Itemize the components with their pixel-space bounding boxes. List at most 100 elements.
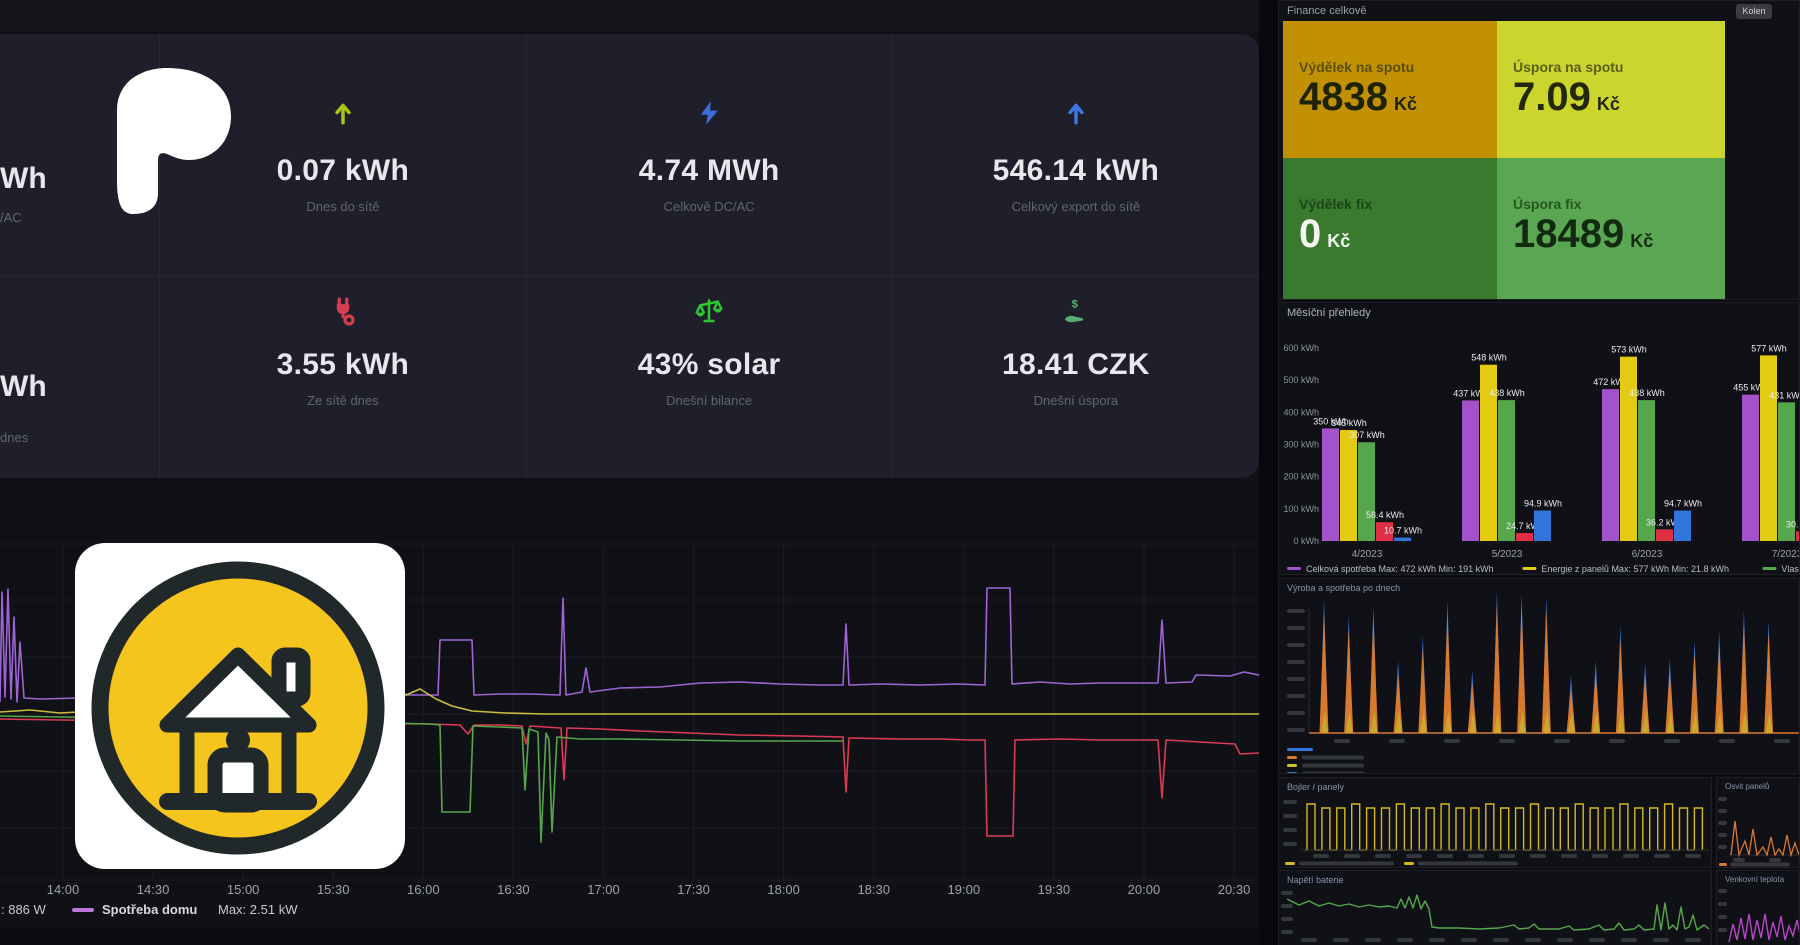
daily-peaks-chart [1279,593,1799,773]
battery-panel: Napětí baterie [1278,870,1712,945]
finance-tile-unit: Kč [1327,231,1350,251]
bar [1620,357,1637,541]
finance-tile: Výdělek na spotu4838Kč [1283,21,1497,158]
legend-marker[interactable] [1287,567,1301,570]
y-axis-tick: 500 kWh [1283,375,1319,385]
x-axis-tick: 20:30 [1218,882,1251,897]
bolt-icon [695,98,723,128]
bar-value-label: 573 kWh [1611,345,1647,355]
bottom-strip [0,928,1259,945]
square-wave [1305,804,1702,850]
finance-tile-label: Výdělek na spotu [1299,59,1497,75]
stat-label: Celkově DC/AC [664,199,755,214]
legend-marker[interactable] [1522,567,1536,570]
bar-value-label: 577 kWh [1751,343,1787,353]
boiler-panel: Bojler / panely [1278,777,1712,868]
finance-tile-unit: Kč [1394,94,1417,114]
peak [1492,603,1501,733]
x-axis-tick: 17:30 [677,882,710,897]
stat-label: Celkový export do sítě [1012,199,1141,214]
stat-value: 546.14 kWh [993,154,1159,188]
bar-value-label: 94.9 kWh [1524,498,1562,508]
stat-value: 43% solar [638,348,781,382]
bar-group-label: 7/2023 [1772,549,1799,560]
peak [1542,608,1551,733]
boiler-square-wave-chart [1279,792,1711,868]
bar-value-label: 548 kWh [1471,353,1507,363]
stat-tile: $18.41 CZKDnešní úspora [893,276,1259,478]
battery-line-chart [1279,885,1711,943]
arrow-up-icon [1063,98,1089,128]
stat-label: Dnešní úspora [1034,393,1119,408]
scales-icon [694,296,724,326]
bar [1462,400,1479,541]
y-axis-tick: 600 kWh [1283,343,1319,353]
panel-gap [1259,0,1278,945]
legend-marker[interactable] [1719,863,1727,866]
finance-tile-value: 18489Kč [1513,212,1725,263]
stat-value: 0.07 kWh [277,154,409,188]
osvit-panel-title: Osvit panelů [1717,778,1799,791]
legend-text[interactable]: Energie z panelů Max: 577 kWh Min: 21.8 … [1541,564,1729,574]
spike-line [1731,821,1799,855]
bar-value-label: 94.7 kWh [1664,499,1702,509]
osvit-panel: Osvit panelů [1716,777,1800,868]
y-axis-tick: 0 kWh [1293,536,1319,546]
legend-marker[interactable] [1287,772,1297,773]
legend-marker[interactable] [1287,748,1313,751]
outdoor-panel: Venkovní teplota [1716,870,1800,945]
legend-text[interactable]: Celková spotřeba Max: 472 kWh Min: 191 k… [1306,564,1494,574]
battery-panel-title: Napětí baterie [1279,871,1711,885]
bar [1742,395,1759,541]
stat-tile: 4.74 MWhCelkově DC/AC [527,34,893,276]
y-axis-tick: 200 kWh [1283,472,1319,482]
outdoor-line [1729,914,1799,942]
finance-tile-unit: Kč [1630,231,1653,251]
finance-tile-label: Výdělek fix [1299,196,1497,212]
stat-label-fragment: /AC [0,210,22,225]
x-axis-tick: 16:30 [497,882,530,897]
daily-panel-title: Výroba a spotřeba po dnech [1279,579,1799,593]
home-logo-card [75,543,405,869]
finance-tile-label: Úspora na spotu [1513,59,1725,75]
daily-peaks-panel: Výroba a spotřeba po dnech [1278,578,1800,774]
bar-value-label: 307 kWh [1349,430,1385,440]
monthly-panel-title: Měsíční přehledy [1279,303,1799,319]
stat-value-fragment: Wh [0,370,47,404]
bar [1656,529,1673,541]
outdoor-spikes-chart [1717,884,1799,942]
legend-series-marker[interactable] [72,908,94,912]
x-axis-tick: 19:30 [1038,882,1071,897]
finance-tiles-grid: Výdělek na spotu4838Kč Úspora na spotu7.0… [1283,21,1725,299]
bar [1760,355,1777,541]
finance-panel: Finance celkově Kolen Výdělek na spotu48… [1278,0,1800,300]
finance-tile: Úspora fix18489Kč [1497,158,1725,299]
legend-text[interactable]: Vlastní spotřeba ze zdroje Max: 43 [1781,564,1799,574]
x-axis-tick: 17:00 [587,882,620,897]
legend-marker[interactable] [1287,764,1297,767]
legend-marker[interactable] [1404,862,1414,865]
bar-group-label: 6/2023 [1632,549,1663,560]
finance-tile-value: 7.09Kč [1513,75,1725,126]
finance-tile-label: Úspora fix [1513,196,1725,212]
x-axis-tick: 15:30 [317,882,350,897]
bar [1340,430,1357,541]
x-axis-tick: 14:00 [47,882,80,897]
stat-tile: 546.14 kWh Celkový export do sítě [893,34,1259,276]
legend-marker[interactable] [1762,567,1776,570]
corner-badge[interactable]: Kolen [1736,4,1772,19]
boiler-panel-title: Bojler / panely [1279,778,1711,792]
legend-series-label[interactable]: Spotřeba domu [102,902,197,917]
legend-marker[interactable] [1285,862,1295,865]
stat-value-fragment: Wh [0,162,47,196]
peak [1369,618,1378,733]
legend-marker[interactable] [1287,756,1297,759]
bar [1516,533,1533,541]
finance-panel-title: Finance celkově [1287,5,1367,17]
legend-cut-fragment: : 886 W [1,902,47,917]
monthly-bar-panel: Měsíční přehledy 600 kWh500 kWh400 kWh30… [1278,302,1800,575]
x-axis-tick: 18:00 [767,882,800,897]
outdoor-panel-title: Venkovní teplota [1717,871,1799,884]
stat-label: Ze sítě dnes [307,393,379,408]
bar [1358,442,1375,541]
